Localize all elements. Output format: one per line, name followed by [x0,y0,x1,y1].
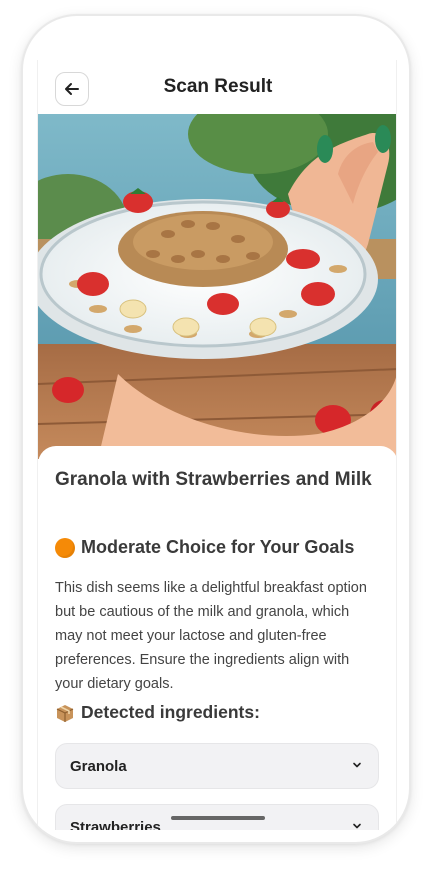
page-title: Scan Result [163,76,273,97]
result-card: Granola with Strawberries and Milk Moder… [38,446,396,830]
verdict: Moderate Choice for Your Goals [55,537,385,558]
chevron-down-icon [353,823,361,829]
package-icon [56,704,74,722]
orange-circle-icon [55,537,75,558]
ingredient-accordion-granola[interactable]: Granola [55,743,379,789]
ingredients-heading: Detected ingredients: [55,702,260,723]
verdict-label: Moderate Choice for Your Goals [81,537,355,557]
home-indicator[interactable] [171,816,265,820]
ingredient-label: Granola [70,758,127,775]
food-photo [38,114,396,459]
app-screen: Scan Result Granola with Strawberries an… [37,60,397,830]
top-bar: Scan Result [38,60,396,114]
chevron-down-icon [353,762,361,768]
dish-description: This dish seems like a delightful breakf… [55,580,367,692]
phone-frame: Scan Result Granola with Strawberries an… [21,14,411,844]
ingredient-label: Strawberries [70,819,161,830]
dish-name: Granola with Strawberries and Milk [55,469,372,490]
ingredients-heading-label: Detected ingredients: [81,702,260,722]
